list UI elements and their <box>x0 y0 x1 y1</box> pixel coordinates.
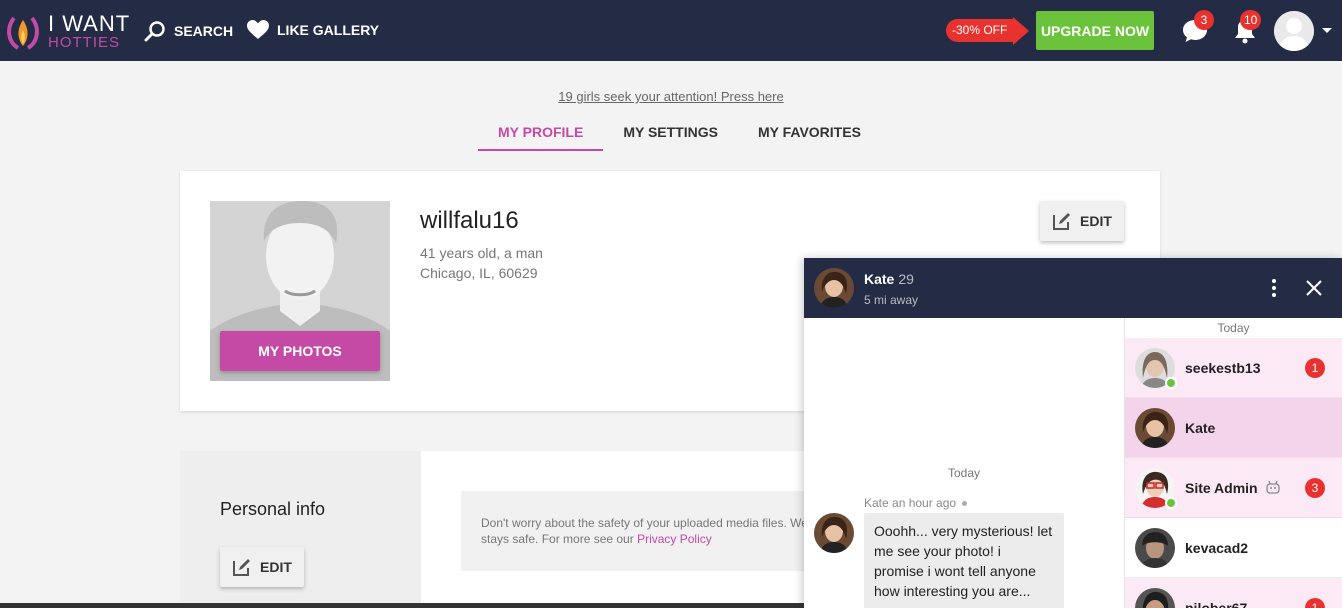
close-icon[interactable] <box>1304 278 1324 298</box>
like-gallery-label: LIKE GALLERY <box>277 22 380 38</box>
tab-my-settings[interactable]: MY SETTINGS <box>603 112 738 151</box>
woman-avatar-icon <box>814 513 854 553</box>
top-navigation-bar: I WANT HOTTIES SEARCH LIKE GALLERY -30% … <box>0 0 1342 61</box>
flame-logo-icon <box>6 14 40 50</box>
online-status-icon <box>1165 377 1177 389</box>
chat-partner-name: Kate 29 <box>864 271 914 287</box>
notifications-button[interactable]: 10 <box>1230 10 1262 46</box>
chat-contact-list: Today seekestb13 1 Kate Site Admin 3 kev… <box>1124 318 1342 608</box>
unread-count-badge: 3 <box>1305 478 1325 498</box>
edit-icon <box>233 559 250 576</box>
default-user-icon <box>1274 11 1314 51</box>
contact-avatar <box>1135 408 1175 448</box>
message-bubble: Ooohh... very mysterious! let me see you… <box>864 513 1064 608</box>
privacy-policy-link[interactable]: Privacy Policy <box>637 532 712 546</box>
chat-partner-name-text: Kate <box>864 271 895 287</box>
contact-name-text: Site Admin <box>1185 480 1258 496</box>
contact-item-site-admin[interactable]: Site Admin 3 <box>1125 458 1342 518</box>
contact-item-kate[interactable]: Kate <box>1125 398 1342 458</box>
edit-icon <box>1053 213 1070 230</box>
profile-meta: 41 years old, a man Chicago, IL, 60629 <box>420 243 543 283</box>
contact-name: pilober67 <box>1185 600 1248 608</box>
chat-window: Kate29 5 mi away Today Kate an hour ago <box>804 258 1342 608</box>
chat-partner-age: 29 <box>898 271 914 287</box>
message-date-divider: Today <box>947 466 981 480</box>
chat-partner-distance: 5 mi away <box>864 293 919 307</box>
edit-personal-info-button[interactable]: EDIT <box>220 547 304 587</box>
profile-age-gender: 41 years old, a man <box>420 245 543 261</box>
discount-label: -30% OFF <box>946 19 1014 42</box>
edit-label: EDIT <box>1080 213 1112 229</box>
contacts-date-divider: Today <box>1217 321 1250 335</box>
chevron-down-icon[interactable] <box>1322 28 1332 33</box>
contact-name: Kate <box>1185 420 1216 436</box>
profile-photo[interactable]: MY PHOTOS <box>210 201 390 381</box>
unread-count-badge: 1 <box>1305 358 1325 378</box>
logo-line-2: HOTTIES <box>48 33 121 51</box>
messages-button[interactable]: 3 <box>1180 10 1214 46</box>
profile-location: Chicago, IL, 60629 <box>420 265 538 281</box>
like-gallery-link[interactable]: LIKE GALLERY <box>247 20 379 40</box>
tab-my-favorites[interactable]: MY FAVORITES <box>738 112 881 151</box>
robot-icon <box>1265 480 1280 494</box>
message-thread[interactable]: Today Kate an hour ago Ooohh... very mys… <box>804 318 1124 608</box>
chat-header: Kate 29 5 mi away <box>804 258 1342 318</box>
contact-name: Site Admin <box>1185 480 1281 496</box>
online-status-icon <box>1165 497 1177 509</box>
profile-tabs: MY PROFILE MY SETTINGS MY FAVORITES <box>478 112 881 151</box>
contact-avatar <box>1135 528 1175 568</box>
user-avatar[interactable] <box>1274 11 1314 51</box>
unread-count-badge: 1 <box>1305 598 1325 608</box>
arrow-right-icon <box>1013 16 1030 45</box>
upgrade-now-button[interactable]: UPGRADE NOW <box>1036 11 1154 50</box>
woman-avatar-icon <box>814 268 854 308</box>
message-sender-time: Kate an hour ago <box>864 496 957 510</box>
contact-item-kevacad2[interactable]: kevacad2 <box>1125 518 1342 578</box>
chat-partner-avatar[interactable] <box>814 268 854 308</box>
notifications-count-badge: 10 <box>1240 10 1262 30</box>
contact-item-pilober67[interactable]: pilober67 1 <box>1125 578 1342 608</box>
my-photos-button[interactable]: MY PHOTOS <box>220 331 380 371</box>
read-status-dot-icon <box>962 501 968 507</box>
search-label: SEARCH <box>174 23 234 39</box>
messages-count-badge: 3 <box>1194 10 1214 30</box>
personal-info-title: Personal info <box>220 499 326 519</box>
profile-username: willfalu16 <box>420 207 519 234</box>
contact-name: seekestb13 <box>1185 360 1261 376</box>
edit-profile-button[interactable]: EDIT <box>1040 201 1124 241</box>
edit-label: EDIT <box>260 559 292 575</box>
message-meta: Kate an hour ago <box>864 496 968 510</box>
attention-link[interactable]: 19 girls seek your attention! Press here <box>0 89 1342 104</box>
heart-icon <box>247 20 269 39</box>
contact-name: kevacad2 <box>1185 540 1249 556</box>
more-vertical-icon[interactable] <box>1264 278 1284 298</box>
tab-my-profile[interactable]: MY PROFILE <box>478 112 604 151</box>
discount-badge[interactable]: -30% OFF <box>946 16 1030 45</box>
logo-text: I WANT HOTTIES <box>48 10 131 51</box>
message-sender-avatar <box>814 513 854 553</box>
contact-avatar <box>1135 588 1175 608</box>
site-logo[interactable]: I WANT HOTTIES <box>6 12 130 50</box>
contact-item-seekestb13[interactable]: seekestb13 1 <box>1125 338 1342 398</box>
personal-info-sidebar: Personal info EDIT <box>180 451 421 608</box>
search-link[interactable]: SEARCH <box>144 20 233 42</box>
search-icon <box>144 21 165 42</box>
logo-line-1: I WANT <box>48 10 131 36</box>
